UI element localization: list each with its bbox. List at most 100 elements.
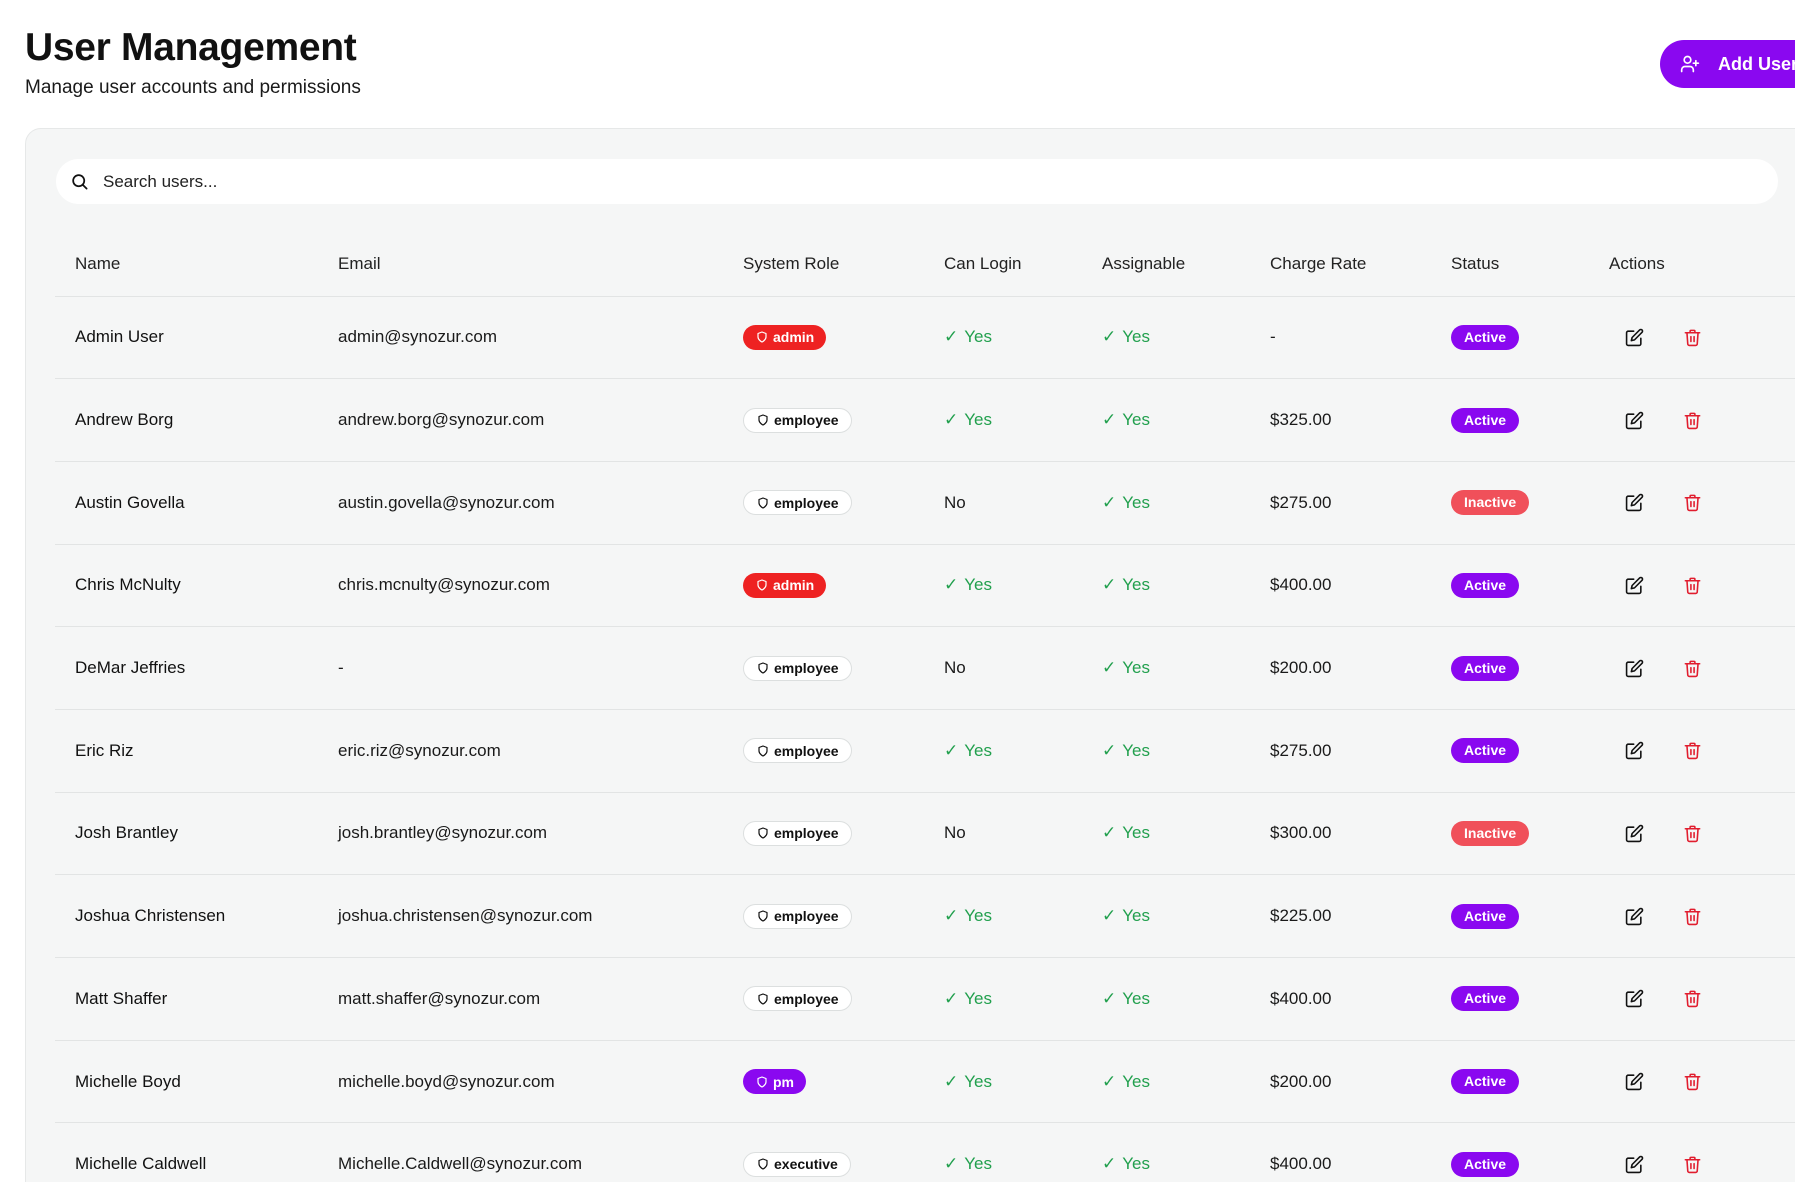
shield-icon [757, 414, 774, 426]
page-header: User Management Manage user accounts and… [25, 22, 361, 100]
charge-rate: $400.00 [1250, 957, 1431, 1041]
actions-cell [1589, 792, 1795, 876]
delete-user-button[interactable] [1680, 325, 1704, 349]
delete-user-button[interactable] [1680, 987, 1704, 1011]
column-header-assignable[interactable]: Assignable [1082, 232, 1250, 297]
edit-user-button[interactable] [1622, 325, 1646, 349]
status-badge: Active [1451, 572, 1520, 598]
status-badge: Inactive [1451, 820, 1530, 846]
role-badge: employee [743, 820, 852, 846]
can-login-yes: ✓ Yes [944, 1154, 992, 1174]
table-row[interactable]: Chris McNulty chris.mcnulty@synozur.com ad… [55, 544, 1795, 628]
actions-cell [1589, 957, 1795, 1041]
table-row[interactable]: Eric Riz eric.riz@synozur.com employee ✓ Yes… [55, 709, 1795, 793]
table-row[interactable]: DeMar Jeffries - employee No ✓ Yes $200.00 Acti… [55, 626, 1795, 710]
user-name: Eric Riz [55, 709, 318, 793]
charge-rate: $400.00 [1250, 544, 1431, 628]
table-row[interactable]: Austin Govella austin.govella@synozur.com… [55, 461, 1795, 545]
table-row[interactable]: Matt Shaffer matt.shaffer@synozur.com empl… [55, 957, 1795, 1041]
search-bar[interactable] [56, 159, 1778, 204]
column-header-actions: Actions [1589, 232, 1795, 297]
edit-user-button[interactable] [1622, 491, 1646, 515]
delete-user-button[interactable] [1680, 1152, 1704, 1176]
user-name: Chris McNulty [55, 544, 318, 628]
edit-icon [1625, 741, 1644, 760]
assignable-yes: ✓ Yes [1102, 410, 1150, 430]
assignable-yes: ✓ Yes [1102, 823, 1150, 843]
delete-user-button[interactable] [1680, 821, 1704, 845]
user-email: matt.shaffer@synozur.com [318, 957, 723, 1041]
edit-user-button[interactable] [1622, 904, 1646, 928]
user-email: eric.riz@synozur.com [318, 709, 723, 793]
delete-user-button[interactable] [1680, 491, 1704, 515]
table-body: Admin User admin@synozur.com admin ✓ Yes ✓ Yes… [55, 296, 1795, 1182]
status-cell: Active [1431, 544, 1589, 628]
actions-cell [1589, 378, 1795, 462]
table-row[interactable]: Josh Brantley josh.brantley@synozur.com em… [55, 792, 1795, 876]
table-row[interactable]: Michelle Caldwell Michelle.Caldwell@synoz… [55, 1122, 1795, 1182]
shield-icon [756, 331, 773, 343]
delete-user-button[interactable] [1680, 656, 1704, 680]
edit-user-button[interactable] [1622, 987, 1646, 1011]
table-row[interactable]: Joshua Christensen joshua.christensen@syn… [55, 874, 1795, 958]
delete-user-button[interactable] [1680, 904, 1704, 928]
system-role-cell: employee [723, 461, 924, 545]
column-header-can-login[interactable]: Can Login [924, 232, 1082, 297]
edit-user-button[interactable] [1622, 739, 1646, 763]
can-login-yes: ✓ Yes [944, 906, 992, 926]
shield-icon [756, 1075, 773, 1088]
charge-rate: - [1250, 296, 1431, 380]
delete-user-button[interactable] [1680, 408, 1704, 432]
charge-rate: $325.00 [1250, 378, 1431, 462]
trash-icon [1683, 328, 1702, 347]
table-row[interactable]: Michelle Boyd michelle.boyd@synozur.com pm… [55, 1040, 1795, 1124]
status-badge: Active [1451, 1069, 1520, 1095]
delete-user-button[interactable] [1680, 573, 1704, 597]
edit-user-button[interactable] [1622, 821, 1646, 845]
charge-rate: $275.00 [1250, 461, 1431, 545]
assignable-yes: ✓ Yes [1102, 906, 1150, 926]
user-name: Michelle Caldwell [55, 1122, 318, 1182]
edit-icon [1625, 1072, 1644, 1091]
status-cell: Active [1431, 874, 1589, 958]
delete-user-button[interactable] [1680, 739, 1704, 763]
add-user-button[interactable]: Add User [1660, 40, 1795, 88]
user-email: josh.brantley@synozur.com [318, 792, 723, 876]
edit-user-button[interactable] [1622, 1152, 1646, 1176]
user-email: andrew.borg@synozur.com [318, 378, 723, 462]
table-header-row: Name Email System Role Can Login Assigna… [55, 232, 1795, 297]
column-header-system-role[interactable]: System Role [723, 232, 924, 297]
edit-user-button[interactable] [1622, 656, 1646, 680]
system-role-cell: employee [723, 957, 924, 1041]
assignable-yes: ✓ Yes [1102, 988, 1150, 1008]
assignable-cell: ✓ Yes [1082, 957, 1250, 1041]
can-login-cell: ✓ Yes [924, 378, 1082, 462]
table-row[interactable]: Admin User admin@synozur.com admin ✓ Yes ✓ Yes… [55, 296, 1795, 380]
page-subtitle: Manage user accounts and permissions [25, 77, 361, 98]
column-header-name[interactable]: Name [55, 232, 318, 297]
user-name: Austin Govella [55, 461, 318, 545]
actions-cell [1589, 709, 1795, 793]
user-name: Admin User [55, 296, 318, 380]
column-header-charge-rate[interactable]: Charge Rate [1250, 232, 1431, 297]
search-input[interactable] [103, 171, 1703, 192]
page-title: User Management [25, 26, 357, 69]
user-name: Matt Shaffer [55, 957, 318, 1041]
edit-user-button[interactable] [1622, 408, 1646, 432]
shield-icon [757, 993, 774, 1005]
user-name: Andrew Borg [55, 378, 318, 462]
system-role-cell: employee [723, 874, 924, 958]
status-cell: Active [1431, 296, 1589, 380]
table-row[interactable]: Andrew Borg andrew.borg@synozur.com employ… [55, 378, 1795, 462]
edit-user-button[interactable] [1622, 573, 1646, 597]
column-header-email[interactable]: Email [318, 232, 723, 297]
shield-icon [756, 579, 773, 592]
role-badge: employee [743, 655, 852, 681]
edit-user-button[interactable] [1622, 1070, 1646, 1094]
status-cell: Active [1431, 709, 1589, 793]
delete-user-button[interactable] [1680, 1070, 1704, 1094]
trash-icon [1683, 1155, 1702, 1174]
user-name: Michelle Boyd [55, 1040, 318, 1124]
column-header-status[interactable]: Status [1431, 232, 1589, 297]
user-name: Joshua Christensen [55, 874, 318, 958]
